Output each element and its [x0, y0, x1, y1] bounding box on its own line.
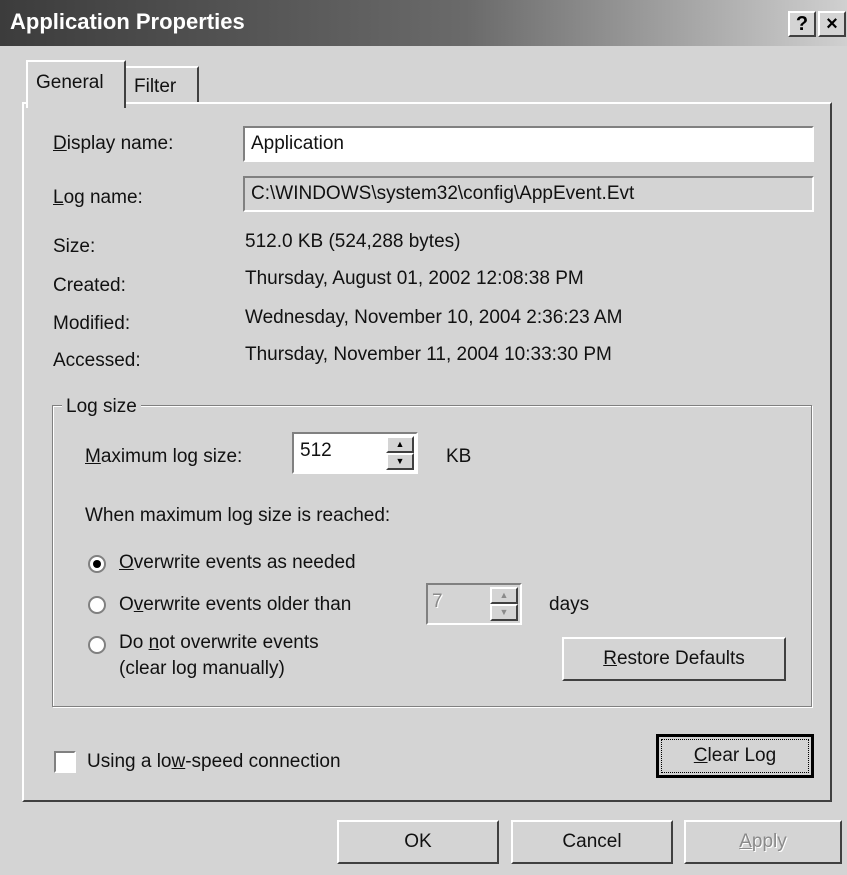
accessed-value: Thursday, November 11, 2004 10:33:30 PM [245, 344, 612, 365]
do-not-overwrite-label[interactable]: Do not overwrite events [119, 632, 319, 654]
when-reached-label: When maximum log size is reached: [85, 505, 391, 526]
clear-log-button[interactable]: Clear Log [656, 734, 814, 778]
max-log-size-unit: KB [446, 446, 472, 467]
tab-filter-label: Filter [134, 76, 177, 97]
do-not-overwrite-sublabel: (clear log manually) [119, 658, 285, 679]
tab-general-label: General [36, 72, 104, 93]
apply-button[interactable]: Apply [684, 820, 842, 864]
display-name-input[interactable]: Application [243, 126, 814, 162]
overwrite-older-than-radio[interactable] [88, 596, 106, 614]
days-unit: days [549, 594, 590, 615]
down-arrow-icon: ▼ [395, 456, 405, 466]
help-icon: ? [795, 13, 809, 35]
modified-value: Wednesday, November 10, 2004 2:36:23 AM [245, 307, 623, 328]
size-label: Size: [53, 236, 96, 257]
max-log-size-label: Maximum log size: [85, 446, 243, 467]
days-spinner[interactable]: 7 ▲ ▼ [426, 583, 522, 625]
overwrite-as-needed-label[interactable]: Overwrite events as needed [119, 552, 356, 574]
size-value: 512.0 KB (524,288 bytes) [245, 231, 461, 252]
days-value: 7 [432, 591, 443, 612]
modified-label: Modified: [53, 313, 131, 334]
tab-filter[interactable]: Filter [124, 66, 199, 102]
window-title: Application Properties [10, 9, 245, 34]
low-speed-label[interactable]: Using a low-speed connection [87, 751, 341, 773]
max-log-size-spinner[interactable]: 512 ▲ ▼ [292, 432, 418, 474]
days-spin-up-button[interactable]: ▲ [490, 587, 518, 604]
created-value: Thursday, August 01, 2002 12:08:38 PM [245, 268, 584, 289]
spin-up-button[interactable]: ▲ [386, 436, 414, 453]
close-icon: × [826, 13, 838, 35]
created-label: Created: [53, 275, 126, 296]
low-speed-checkbox[interactable] [54, 751, 76, 773]
days-spin-down-button[interactable]: ▼ [490, 604, 518, 621]
log-name-label: Log name: [53, 187, 143, 208]
tab-general[interactable]: General [26, 60, 126, 108]
accessed-label: Accessed: [53, 350, 141, 371]
spin-down-button[interactable]: ▼ [386, 453, 414, 470]
down-arrow-icon: ▼ [499, 607, 509, 617]
radio-selected-icon [93, 560, 101, 568]
up-arrow-icon: ▲ [499, 590, 509, 600]
overwrite-as-needed-radio[interactable] [88, 555, 106, 573]
overwrite-older-than-label[interactable]: Overwrite events older than [119, 594, 351, 616]
help-button[interactable]: ? [788, 11, 816, 37]
log-size-group-title: Log size [62, 396, 141, 418]
close-button[interactable]: × [818, 11, 846, 37]
log-name-field[interactable]: C:\WINDOWS\system32\config\AppEvent.Evt [243, 176, 814, 212]
cancel-button[interactable]: Cancel [511, 820, 673, 864]
up-arrow-icon: ▲ [395, 439, 405, 449]
max-log-size-value: 512 [300, 440, 332, 461]
title-bar[interactable]: Application Properties ? × [0, 0, 847, 46]
restore-defaults-button[interactable]: Restore Defaults [562, 637, 786, 681]
ok-button[interactable]: OK [337, 820, 499, 864]
display-name-label: Display name: [53, 133, 174, 154]
do-not-overwrite-radio[interactable] [88, 636, 106, 654]
